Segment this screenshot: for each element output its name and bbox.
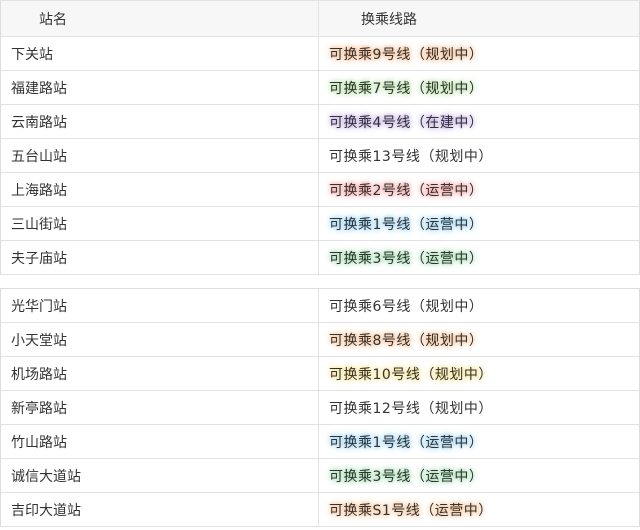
table-row: 上海路站 可换乘2号线（运营中） — [1, 173, 639, 207]
transfer-line: 可换乘1号线（运营中） — [319, 207, 639, 240]
transfer-line: 可换乘S1号线（运营中） — [319, 493, 639, 526]
transfer-line: 可换乘3号线（运营中） — [319, 241, 639, 274]
header-transfer-line: 换乘线路 — [361, 11, 417, 28]
table-row: 竹山路站 可换乘1号线（运营中） — [1, 425, 639, 459]
transfer-line-text: 可换乘12号线（规划中） — [329, 400, 493, 417]
transfer-line: 可换乘2号线（运营中） — [319, 173, 639, 206]
table-header-row: 站名 换乘线路 — [1, 1, 639, 37]
table-row: 云南路站 可换乘4号线（在建中） — [1, 105, 639, 139]
header-station-name: 站名 — [1, 1, 319, 36]
table-row: 光华门站 可换乘6号线（规划中） — [1, 289, 639, 323]
transfer-line: 可换乘12号线（规划中） — [319, 391, 639, 424]
transfer-line-text: 可换乘4号线（在建中） — [329, 114, 484, 131]
transfer-line-text: 可换乘13号线（规划中） — [329, 148, 493, 165]
transfer-line-text: 可换乘2号线（运营中） — [329, 182, 484, 199]
transfer-table-upper: 站名 换乘线路 下关站 可换乘9号线（规划中） 福建路站 可换乘7号线（规划中） 云南路… — [0, 0, 640, 275]
table-row: 夫子庙站 可换乘3号线（运营中） — [1, 241, 639, 275]
transfer-line: 可换乘7号线（规划中） — [319, 71, 639, 104]
upper-rows: 下关站 可换乘9号线（规划中） 福建路站 可换乘7号线（规划中） 云南路站 可换乘4号线（… — [1, 37, 639, 275]
table-row: 吉印大道站 可换乘S1号线（运营中） — [1, 493, 639, 527]
transfer-line: 可换乘9号线（规划中） — [319, 37, 639, 70]
table-row: 诚信大道站 可换乘3号线（运营中） — [1, 459, 639, 493]
transfer-line-text: 可换乘7号线（规划中） — [329, 80, 484, 97]
station-name: 光华门站 — [1, 289, 319, 322]
transfer-line: 可换乘10号线（规划中） — [319, 357, 639, 390]
transfer-line-text: 可换乘8号线（规划中） — [329, 332, 484, 349]
station-name: 新亭路站 — [1, 391, 319, 424]
table-row: 新亭路站 可换乘12号线（规划中） — [1, 391, 639, 425]
transfer-line-text: 可换乘3号线（运营中） — [329, 250, 484, 267]
station-name: 机场路站 — [1, 357, 319, 390]
station-name: 三山街站 — [1, 207, 319, 240]
transfer-line-text: 可换乘9号线（规划中） — [329, 46, 484, 63]
transfer-table-lower: 光华门站 可换乘6号线（规划中） 小天堂站 可换乘8号线（规划中） 机场路站 可换乘10号… — [0, 288, 640, 527]
transfer-line: 可换乘8号线（规划中） — [319, 323, 639, 356]
transfer-line-text: 可换乘1号线（运营中） — [329, 216, 484, 233]
station-name: 云南路站 — [1, 105, 319, 138]
station-name: 五台山站 — [1, 139, 319, 172]
station-name: 上海路站 — [1, 173, 319, 206]
station-name: 小天堂站 — [1, 323, 319, 356]
table-row: 福建路站 可换乘7号线（规划中） — [1, 71, 639, 105]
transfer-line-text: 可换乘S1号线（运营中） — [329, 502, 493, 519]
transfer-line-text: 可换乘1号线（运营中） — [329, 434, 484, 451]
transfer-line-text: 可换乘10号线（规划中） — [329, 366, 493, 383]
transfer-line: 可换乘6号线（规划中） — [319, 289, 639, 322]
transfer-line: 可换乘13号线（规划中） — [319, 139, 639, 172]
table-row: 小天堂站 可换乘8号线（规划中） — [1, 323, 639, 357]
table-row: 机场路站 可换乘10号线（规划中） — [1, 357, 639, 391]
transfer-line-text: 可换乘3号线（运营中） — [329, 468, 484, 485]
station-name: 竹山路站 — [1, 425, 319, 458]
table-row: 下关站 可换乘9号线（规划中） — [1, 37, 639, 71]
station-name: 下关站 — [1, 37, 319, 70]
transfer-line: 可换乘4号线（在建中） — [319, 105, 639, 138]
station-name: 诚信大道站 — [1, 459, 319, 492]
lower-rows: 光华门站 可换乘6号线（规划中） 小天堂站 可换乘8号线（规划中） 机场路站 可换乘10号… — [1, 289, 639, 527]
station-name: 夫子庙站 — [1, 241, 319, 274]
table-row: 五台山站 可换乘13号线（规划中） — [1, 139, 639, 173]
transfer-line-text: 可换乘6号线（规划中） — [329, 298, 484, 315]
transfer-line-page: 站名 换乘线路 下关站 可换乘9号线（规划中） 福建路站 可换乘7号线（规划中） 云南路… — [0, 0, 640, 530]
station-name: 福建路站 — [1, 71, 319, 104]
transfer-line: 可换乘1号线（运营中） — [319, 425, 639, 458]
transfer-line: 可换乘3号线（运营中） — [319, 459, 639, 492]
station-name: 吉印大道站 — [1, 493, 319, 526]
table-row: 三山街站 可换乘1号线（运营中） — [1, 207, 639, 241]
